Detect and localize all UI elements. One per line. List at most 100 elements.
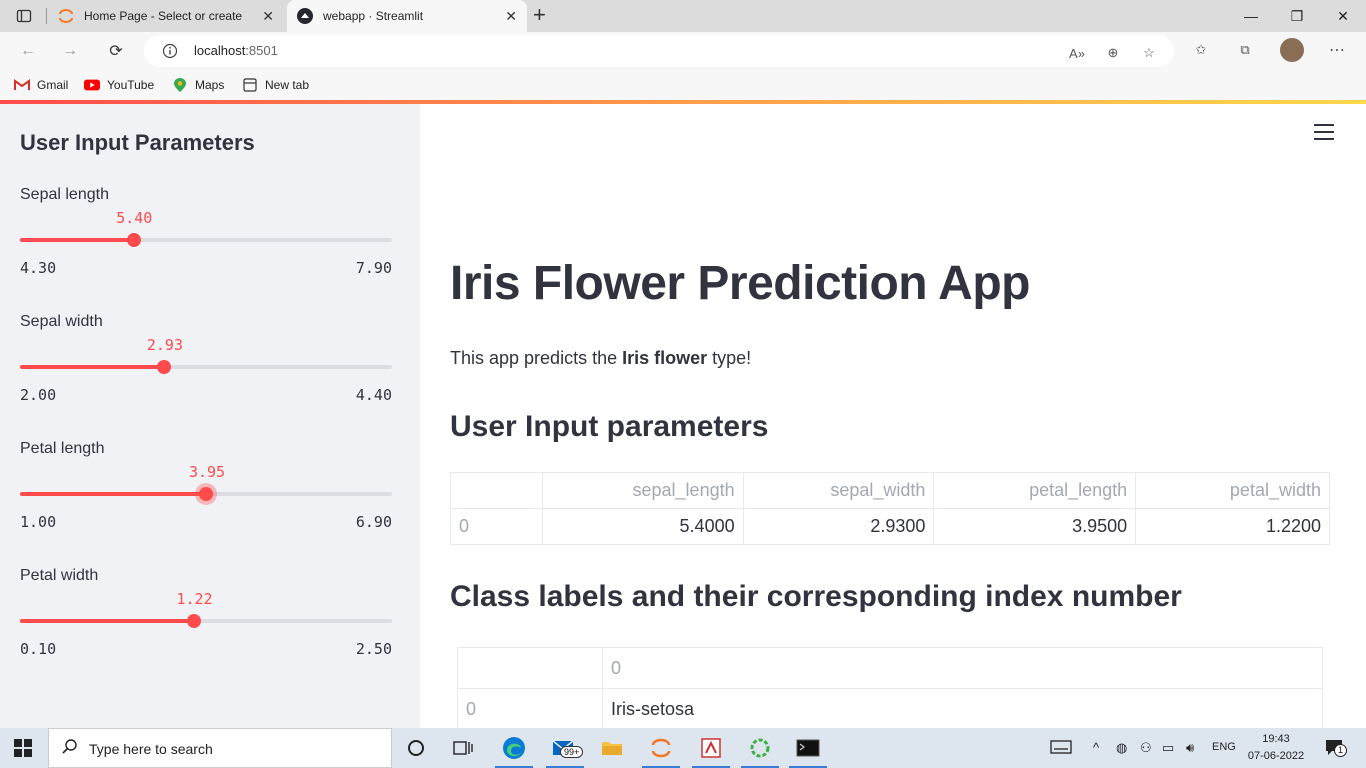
table-cell: 5.4000 [541,508,744,545]
sidebar: User Input Parameters Sepal length 5.40 … [0,104,420,728]
table-cell: 1.2200 [1135,508,1330,545]
taskbar: Type here to search 99+ ^ ◍ ⚇ ▭ 🔊︎ ENG 1… [0,728,1366,768]
cortana-icon[interactable] [393,728,439,768]
refresh-icon[interactable]: ⟳ [104,39,128,63]
close-tab-icon[interactable]: ✕ [505,8,517,25]
bookmark-label: YouTube [107,78,155,92]
language-indicator[interactable]: ENG [1212,741,1236,753]
slider-thumb[interactable] [126,233,141,247]
new-tab-button[interactable]: + [533,2,546,28]
bookmark-label: Gmail [37,78,69,92]
slider-thumb[interactable] [186,614,201,628]
class-labels-table: 0 0 Iris-setosa [457,647,1323,728]
minimize-icon[interactable]: — [1228,0,1274,32]
slider-value: 1.22 [176,590,213,608]
browser-tab-bar: Home Page - Select or create a n ✕ webap… [0,0,1366,32]
tab-separator [46,8,47,24]
terminal-icon[interactable] [785,728,831,768]
tab-actions-icon[interactable] [8,4,40,28]
bookmark-youtube[interactable]: YouTube [84,77,154,93]
close-tab-icon[interactable]: ✕ [262,8,274,25]
slider-track[interactable] [20,614,392,628]
slider-track[interactable] [20,487,392,501]
forward-arrow-icon[interactable]: → [58,39,82,63]
slider-fill [20,619,194,623]
keyboard-icon[interactable] [1050,739,1072,758]
task-view-icon[interactable] [440,728,486,768]
main-content: Iris Flower Prediction App This app pred… [420,104,1366,728]
table-header-row: sepal_length sepal_width petal_length pe… [450,472,1330,509]
back-arrow-icon[interactable]: ← [16,39,40,63]
chevron-up-icon[interactable]: ^ [1093,740,1099,755]
maps-icon [172,77,188,93]
people-icon[interactable]: ⚇ [1140,740,1152,756]
bookmark-label: New tab [265,78,310,92]
favorites-icon[interactable]: ✩ [1192,41,1210,59]
taskbar-search-input[interactable]: Type here to search [48,728,392,768]
bookmarks-bar: Gmail YouTube Maps New tab [0,70,1366,100]
row-index: 0 [457,688,603,728]
gmail-icon [14,77,30,93]
slider-track[interactable] [20,233,392,247]
edge-icon[interactable] [491,728,537,768]
table-cell: 3.9500 [933,508,1137,545]
volume-icon[interactable]: 🔊︎ [1186,740,1194,756]
mail-icon[interactable]: 99+ [542,728,588,768]
notification-count: 1 [1334,744,1347,757]
profile-avatar[interactable] [1280,38,1304,62]
tab-jupyter[interactable]: Home Page - Select or create a n ✕ [48,0,284,32]
params-table: sepal_length sepal_width petal_length pe… [450,472,1330,545]
anaconda-icon[interactable] [737,728,783,768]
slider-label: Sepal width [20,313,103,330]
slider-fill [20,365,165,369]
slider-max: 7.90 [355,259,392,277]
close-window-icon[interactable]: ✕ [1320,0,1366,32]
table-cell: Iris-setosa [602,688,1323,728]
slider-max: 6.90 [355,513,392,531]
slider-petal-length[interactable]: Petal length 3.95 1.00 6.90 [20,440,394,550]
globe-icon[interactable]: ◍ [1116,740,1127,756]
section-heading-input-params: User Input parameters [450,410,769,443]
page-title: Iris Flower Prediction App [450,257,1030,310]
column-header: sepal_width [742,472,935,509]
read-aloud-icon[interactable]: A» [1068,44,1086,62]
hamburger-menu-icon[interactable] [1314,124,1334,142]
slider-sepal-length[interactable]: Sepal length 5.40 4.30 7.90 [20,186,394,296]
clock-time: 19:43 [1262,733,1290,745]
slider-thumb[interactable] [157,360,172,374]
slider-sepal-width[interactable]: Sepal width 2.93 2.00 4.40 [20,313,394,423]
add-favorite-icon[interactable]: ☆ [1140,44,1158,62]
slider-thumb[interactable] [199,487,213,501]
search-icon [61,738,79,761]
bookmark-gmail[interactable]: Gmail [14,77,68,93]
slider-label: Sepal length [20,186,109,203]
address-bar[interactable]: localhost:8501 A» ⊕ ☆ [144,35,1174,67]
windows-start-icon[interactable] [14,739,32,757]
slider-track[interactable] [20,360,392,374]
slider-fill [20,492,206,496]
anaconda-navigator-icon[interactable] [688,728,734,768]
battery-icon[interactable]: ▭ [1162,740,1174,756]
slider-fill [20,238,134,242]
slider-label: Petal width [20,567,99,584]
tab-title: webapp · Streamlit [323,9,424,23]
slider-petal-width[interactable]: Petal width 1.22 0.10 2.50 [20,567,394,677]
slider-min: 0.10 [20,640,57,658]
jupyter-icon [58,8,74,24]
table-header-row: 0 [457,647,1323,689]
column-header: petal_width [1135,472,1330,509]
bookmark-new-tab[interactable]: New tab [242,77,309,93]
notification-icon[interactable]: 1 [1324,738,1347,759]
file-explorer-icon[interactable] [589,728,635,768]
info-icon[interactable] [162,43,178,64]
restore-icon[interactable]: ❐ [1274,0,1320,32]
collections-icon[interactable]: ⧉ [1236,41,1254,59]
bookmark-maps[interactable]: Maps [172,77,224,93]
system-clock[interactable]: 19:43 07-06-2022 [1240,731,1312,765]
table-row: 0 5.4000 2.9300 3.9500 1.2200 [450,508,1330,545]
more-menu-icon[interactable]: ⋯ [1328,41,1346,59]
tab-streamlit[interactable]: webapp · Streamlit ✕ [287,0,527,32]
tab-title: Home Page - Select or create a n [84,9,244,23]
jupyter-app-icon[interactable] [638,728,684,768]
zoom-icon[interactable]: ⊕ [1104,44,1122,62]
